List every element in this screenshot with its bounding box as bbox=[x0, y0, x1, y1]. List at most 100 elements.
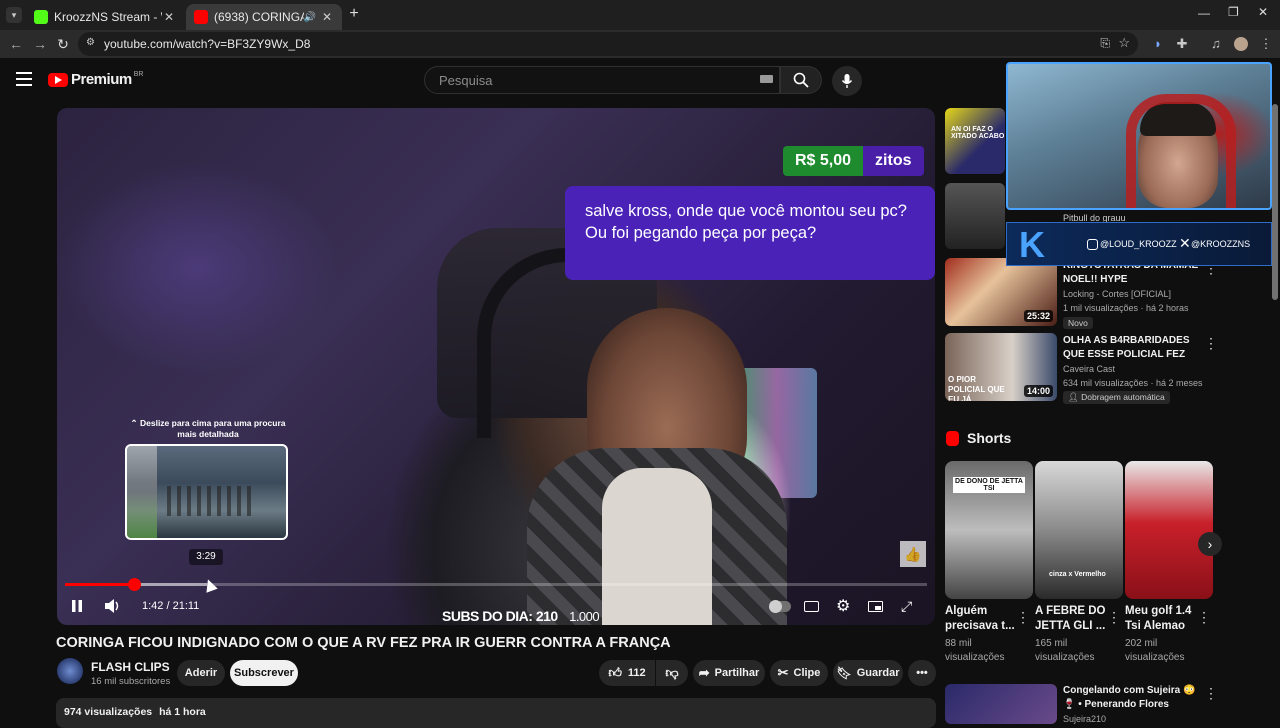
tab-kroozz-stream[interactable]: KroozzNS Stream - Watch Live ✕ bbox=[26, 4, 184, 30]
kick-favicon-icon bbox=[34, 10, 48, 24]
chrome-menu-icon[interactable]: ⋮ bbox=[1258, 36, 1274, 52]
short-views: 202 mil visualizações bbox=[1125, 638, 1185, 663]
restore-window-button[interactable]: ❐ bbox=[1228, 5, 1239, 19]
browser-toolbar: ← → ↻ ⚙ youtube.com/watch?v=BF3ZY9Wx_D8 … bbox=[0, 30, 1280, 58]
video-menu-icon[interactable]: ⋮ bbox=[1204, 685, 1218, 702]
clip-button[interactable]: ✂ Clipe bbox=[770, 660, 828, 686]
like-count: 112 bbox=[627, 667, 646, 679]
sidebar-thumbnail-3[interactable]: 25:32 bbox=[945, 258, 1057, 326]
pause-icon bbox=[72, 600, 82, 612]
new-tab-button[interactable]: + bbox=[346, 6, 362, 22]
short-menu-icon[interactable]: ⋮ bbox=[1107, 609, 1121, 626]
search-button[interactable] bbox=[780, 66, 822, 94]
search-input[interactable]: Pesquisa bbox=[424, 66, 780, 94]
short-thumbnail-2[interactable]: cinza x Vermelho bbox=[1035, 461, 1123, 599]
sidebar-thumbnail-4[interactable]: O PIOR POLICIAL QUE EU JÁ CONHECI 14:00 bbox=[945, 333, 1057, 401]
like-watermark-icon: 👍 bbox=[900, 541, 926, 567]
profile-avatar[interactable] bbox=[1234, 37, 1248, 51]
instagram-icon bbox=[1087, 239, 1098, 250]
pause-button[interactable] bbox=[71, 596, 85, 616]
tab-close-icon[interactable]: ✕ bbox=[320, 10, 334, 24]
microphone-icon bbox=[841, 74, 853, 88]
keyboard-icon[interactable] bbox=[760, 75, 773, 83]
short-title[interactable]: Alguém precisava t... bbox=[945, 604, 1025, 634]
channel-name[interactable]: FLASH CLIPS bbox=[91, 660, 170, 674]
short-title[interactable]: A FEBRE DO JETTA GLI ... bbox=[1035, 604, 1115, 634]
progress-scrubber-handle[interactable] bbox=[127, 578, 141, 591]
minimize-window-button[interactable]: — bbox=[1198, 6, 1210, 20]
youtube-favicon-icon bbox=[194, 10, 208, 24]
sidebar-video-title[interactable]: Congelando com Sujeira 😳 🍷 • Penerando F… bbox=[1063, 684, 1201, 712]
person-voice-icon: 👤︎ bbox=[1068, 392, 1082, 402]
extension-audio-icon[interactable]: ◗ bbox=[1150, 36, 1166, 52]
save-button[interactable]: 🔖︎ Guardar bbox=[833, 660, 903, 686]
short-menu-icon[interactable]: ⋮ bbox=[1197, 609, 1211, 626]
share-button[interactable]: ➦ Partilhar bbox=[693, 660, 765, 686]
like-button[interactable]: 👍︎ 112 bbox=[599, 660, 655, 686]
chevron-up-icon: ⌃ bbox=[130, 418, 140, 428]
url-text: youtube.com/watch?v=BF3ZY9Wx_D8 bbox=[104, 37, 311, 51]
short-thumbnail-3[interactable] bbox=[1125, 461, 1213, 599]
reload-icon[interactable]: ↻ bbox=[55, 36, 71, 52]
install-app-icon[interactable]: ⎘ bbox=[1100, 36, 1110, 51]
progress-bar[interactable] bbox=[65, 578, 927, 591]
youtube-premium-logo[interactable]: Premium BR bbox=[48, 71, 143, 88]
sidebar-video-channel: Sujeira210 bbox=[1063, 714, 1107, 724]
volume-button[interactable] bbox=[104, 596, 122, 616]
dislike-button[interactable]: 👎︎ bbox=[656, 660, 688, 686]
address-bar[interactable]: ⚙ youtube.com/watch?v=BF3ZY9Wx_D8 ⎘ ☆ bbox=[78, 32, 1138, 56]
tab-close-icon[interactable]: ✕ bbox=[162, 10, 176, 24]
video-menu-icon[interactable]: ⋮ bbox=[1204, 335, 1218, 352]
fullscreen-icon[interactable]: ⤢ bbox=[901, 596, 912, 616]
subscribe-button[interactable]: Subscrever bbox=[230, 660, 298, 686]
speaker-icon[interactable]: 🔊 bbox=[304, 12, 316, 23]
settings-gear-icon[interactable]: ⚙ bbox=[836, 596, 850, 616]
share-label: Partilhar bbox=[714, 667, 760, 679]
donation-message: salve kross, onde que você montou seu pc… bbox=[565, 186, 935, 280]
media-control-icon[interactable]: ♫ bbox=[1208, 36, 1224, 52]
share-arrow-icon: ➦ bbox=[698, 665, 710, 680]
search-placeholder: Pesquisa bbox=[439, 72, 493, 88]
social-handles-banner: K @LOUD_KROOZZ ✕ @KROOZZNS bbox=[1006, 222, 1272, 266]
sidebar-video-title[interactable]: OLHA AS B4RBARIDADES QUE ESSE POLICIAL F… bbox=[1063, 334, 1201, 362]
sidebar-thumbnail-2[interactable] bbox=[945, 183, 1005, 249]
description-box[interactable]: 974 visualizações há 1 hora bbox=[56, 698, 936, 728]
miniplayer-icon[interactable] bbox=[868, 596, 883, 616]
join-button[interactable]: Aderir bbox=[177, 660, 225, 686]
view-count: 974 visualizações bbox=[64, 706, 153, 718]
x-logo-icon: ✕ bbox=[1179, 235, 1191, 251]
donation-user: zitos bbox=[863, 146, 924, 176]
more-horizontal-icon: ••• bbox=[916, 667, 928, 679]
streamer-webcam-overlay bbox=[1006, 62, 1272, 210]
autoplay-toggle[interactable] bbox=[769, 596, 791, 616]
close-window-button[interactable]: ✕ bbox=[1258, 5, 1268, 19]
sidebar-thumbnail-1[interactable]: AN OI FAZ O XITADO ACABO bbox=[945, 108, 1005, 174]
browser-tab-bar: ▾ KroozzNS Stream - Watch Live ✕ (6938) … bbox=[0, 0, 1280, 30]
forward-arrow-icon[interactable]: → bbox=[32, 36, 48, 52]
subtitles-icon[interactable] bbox=[804, 596, 819, 616]
site-info-icon[interactable]: ⚙ bbox=[86, 37, 95, 48]
posted-time: há 1 hora bbox=[159, 706, 206, 718]
short-title[interactable]: Meu golf 1.4 Tsi Alemao bbox=[1125, 604, 1205, 634]
sidebar-video-meta: 634 mil visualizações · há 2 meses bbox=[1063, 378, 1203, 388]
bookmark-star-icon[interactable]: ☆ bbox=[1118, 35, 1130, 51]
extensions-puzzle-icon[interactable]: ✚ bbox=[1174, 36, 1190, 52]
video-duration: 14:00 bbox=[1023, 385, 1053, 397]
tab-search-button[interactable]: ▾ bbox=[6, 7, 22, 23]
short-overlay-text: DE DONO DE JETTA TSI bbox=[953, 477, 1025, 493]
sidebar-thumbnail-5[interactable] bbox=[945, 684, 1057, 724]
thumbnail-text: O PIOR POLICIAL QUE EU JÁ CONHECI bbox=[948, 375, 1005, 401]
hamburger-menu-icon[interactable] bbox=[16, 72, 32, 86]
tab-youtube-video[interactable]: (6938) CORINGA FICOU INDIG 🔊 ✕ bbox=[186, 4, 342, 30]
video-player[interactable]: R$ 5,00 zitos salve kross, onde que você… bbox=[57, 108, 935, 625]
page-scrollbar[interactable] bbox=[1272, 104, 1278, 300]
short-menu-icon[interactable]: ⋮ bbox=[1016, 609, 1030, 626]
shorts-next-button[interactable]: › bbox=[1198, 532, 1222, 556]
tab-title: (6938) CORINGA FICOU INDIG bbox=[214, 10, 304, 24]
back-arrow-icon[interactable]: ← bbox=[8, 36, 24, 52]
channel-avatar[interactable] bbox=[57, 658, 83, 684]
voice-search-button[interactable] bbox=[832, 66, 862, 96]
volume-icon bbox=[105, 599, 119, 613]
more-actions-button[interactable]: ••• bbox=[908, 660, 936, 686]
short-thumbnail-1[interactable]: DE DONO DE JETTA TSI bbox=[945, 461, 1033, 599]
